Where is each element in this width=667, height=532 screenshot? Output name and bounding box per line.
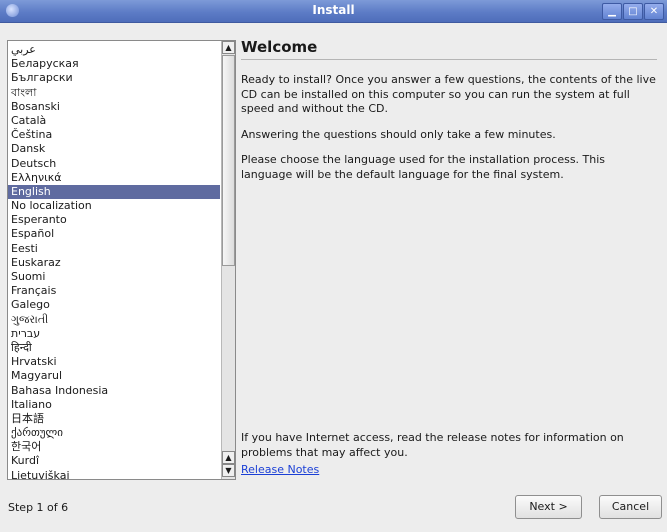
language-item[interactable]: Lietuviškai (8, 469, 220, 479)
language-item[interactable]: Français (8, 284, 220, 298)
close-button[interactable]: ✕ (644, 3, 664, 20)
language-item[interactable]: Kurdî (8, 454, 220, 468)
language-item[interactable]: ગુજરાતી (8, 313, 220, 327)
maximize-button[interactable]: □ (623, 3, 643, 20)
language-item[interactable]: Suomi (8, 270, 220, 284)
scroll-down-button[interactable]: ▼ (222, 464, 235, 477)
heading-divider (241, 59, 657, 60)
cancel-button[interactable]: Cancel (599, 495, 662, 519)
language-item[interactable]: 한국어 (8, 440, 220, 454)
language-item[interactable]: Ελληνικά (8, 171, 220, 185)
language-item[interactable]: عربي (8, 43, 220, 57)
language-item[interactable]: हिन्दी (8, 341, 220, 355)
minimize-button[interactable]: ▁ (602, 3, 622, 20)
language-item[interactable]: Italiano (8, 398, 220, 412)
language-item[interactable]: Čeština (8, 128, 220, 142)
language-item[interactable]: Eesti (8, 242, 220, 256)
language-item[interactable]: עברית (8, 327, 220, 341)
language-item[interactable]: বাংলা (8, 86, 220, 100)
language-item[interactable]: Català (8, 114, 220, 128)
scroll-up-button[interactable]: ▲ (222, 41, 235, 54)
release-notes-text: If you have Internet access, read the re… (241, 431, 624, 459)
language-list[interactable]: عربي Беларуская Български বাংলা Bosanski Cata… (7, 40, 236, 480)
scroll-thumb[interactable] (222, 55, 235, 266)
window-title: Install (312, 3, 355, 17)
next-button[interactable]: Next > (515, 495, 582, 519)
language-item[interactable]: Deutsch (8, 157, 220, 171)
release-notes-link[interactable]: Release Notes (241, 463, 319, 476)
language-item[interactable]: Esperanto (8, 213, 220, 227)
language-item[interactable]: Bahasa Indonesia (8, 384, 220, 398)
language-item[interactable]: Български (8, 71, 220, 85)
language-item[interactable]: Bosanski (8, 100, 220, 114)
language-item[interactable]: ქართული (8, 426, 220, 440)
scroll-up-lower-button[interactable]: ▲ (222, 451, 235, 464)
language-list-scrollbar[interactable]: ▲ ▲ ▼ (221, 41, 235, 479)
language-items: عربي Беларуская Български বাংলা Bosanski Cata… (8, 41, 220, 479)
language-item[interactable]: Dansk (8, 142, 220, 156)
language-item[interactable]: Magyarul (8, 369, 220, 383)
language-item[interactable]: Euskaraz (8, 256, 220, 270)
installer-window: Install ▁ □ ✕ عربي Беларуская Български বাং… (0, 0, 667, 532)
welcome-intro-text: Ready to install? Once you answer a few … (241, 73, 656, 115)
release-notes-section: If you have Internet access, read the re… (241, 431, 657, 476)
step-indicator: Step 1 of 6 (8, 501, 69, 514)
title-bar[interactable]: Install ▁ □ ✕ (0, 0, 667, 23)
welcome-duration-text: Answering the questions should only take… (241, 127, 556, 141)
language-item[interactable]: Hrvatski (8, 355, 220, 369)
language-item[interactable]: Galego (8, 298, 220, 312)
welcome-language-text: Please choose the language used for the … (241, 153, 606, 181)
language-item[interactable]: Español (8, 227, 220, 241)
language-item[interactable]: Беларуская (8, 57, 220, 71)
language-item[interactable]: English (8, 184, 220, 200)
welcome-panel: Welcome Ready to install? Once you answe… (241, 38, 657, 193)
welcome-heading: Welcome (241, 38, 318, 56)
language-item[interactable]: 日本語 (8, 412, 220, 426)
language-item[interactable]: No localization (8, 199, 220, 213)
